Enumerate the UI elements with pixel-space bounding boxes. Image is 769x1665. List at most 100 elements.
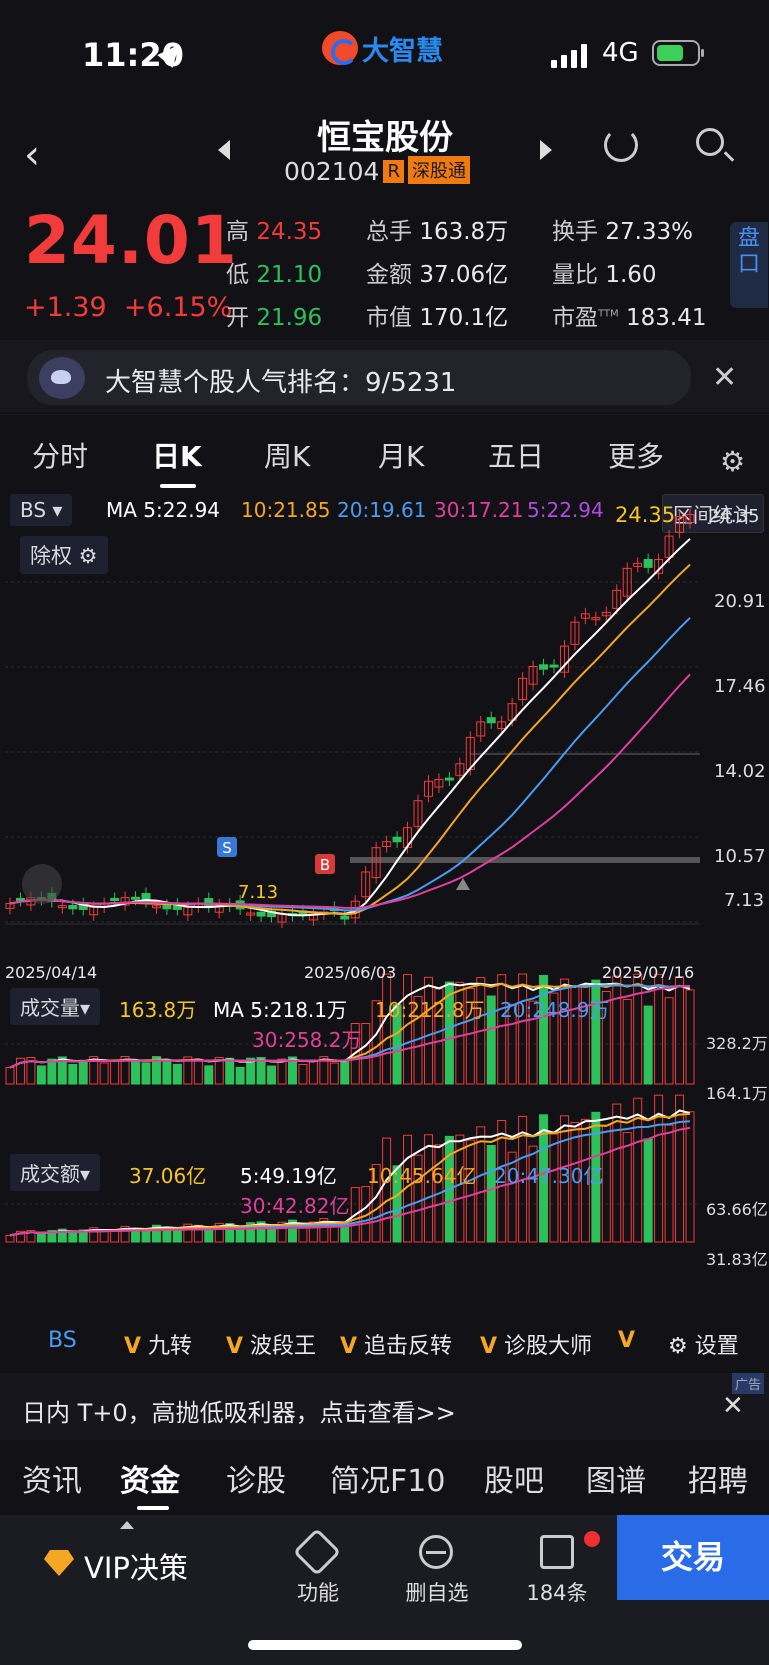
expand-circle-icon[interactable]	[22, 864, 62, 904]
volume-bar	[643, 1138, 653, 1243]
messages-button[interactable]: 184条	[520, 1577, 594, 1607]
amount-y-mid: 31.83亿	[706, 1250, 768, 1269]
volume-bar	[36, 1065, 46, 1085]
search-icon[interactable]	[696, 128, 724, 156]
tab-more[interactable]: 更多	[608, 435, 664, 475]
y-tick: 10.57	[714, 846, 766, 867]
date-label: 2025/06/03	[304, 963, 397, 982]
volume-selector[interactable]: 成交量▾	[10, 988, 101, 1025]
tab-graph[interactable]: 图谱	[586, 1456, 646, 1500]
indicator-more-v[interactable]: V	[618, 1328, 635, 1353]
volume-ma30: 30:258.2万	[252, 1028, 362, 1052]
pe-row: 市盈TTM 183.41	[552, 305, 707, 331]
amount-ma10: 10:45.64亿	[367, 1164, 477, 1188]
tab-f10[interactable]: 简况F10	[330, 1456, 445, 1500]
active-tab-indicator	[160, 484, 196, 488]
volume-bar	[5, 1067, 15, 1085]
volume-bar	[382, 973, 392, 1085]
expand-up-icon[interactable]	[120, 1521, 134, 1529]
candle	[131, 896, 141, 900]
r-tag: R	[383, 160, 404, 183]
amount-value: 37.06亿	[129, 1164, 207, 1188]
quote-panel: 24.01 +1.39 +6.15% 高 24.35 低 21.10 开 21.…	[0, 198, 769, 338]
tab-weekly-k[interactable]: 周K	[264, 435, 310, 475]
turnover-row: 换手 27.33%	[552, 219, 694, 245]
volume-bar	[329, 1062, 339, 1085]
vol-ratio-row: 量比 1.60	[552, 262, 657, 288]
candle	[549, 664, 559, 668]
refresh-icon[interactable]	[604, 128, 638, 162]
tab-diagnosis[interactable]: 诊股	[226, 1456, 286, 1500]
chart-settings-gear-icon[interactable]: ⚙	[720, 445, 745, 478]
tab-news[interactable]: 资讯	[22, 1456, 82, 1500]
volume-bar	[5, 1234, 15, 1243]
indicator-zhengu[interactable]: V 诊股大师	[480, 1328, 592, 1360]
pankou-button[interactable]: 盘口	[730, 222, 768, 308]
volume-bar	[664, 1124, 674, 1243]
candle	[68, 904, 78, 910]
tab-five-day[interactable]: 五日	[488, 435, 544, 475]
status-bar: 11:20 大智慧 4G	[0, 0, 769, 100]
volume-bar	[612, 1103, 622, 1243]
function-button[interactable]: 功能	[284, 1577, 352, 1607]
current-price: 24.01	[24, 202, 238, 279]
ma-line	[9, 617, 691, 912]
volume-bar	[643, 1005, 653, 1085]
volume-bar	[204, 1065, 214, 1085]
amount-row: 金额 37.06亿	[366, 262, 509, 288]
banner-close-icon[interactable]: ✕	[712, 360, 737, 395]
function-cube-icon	[292, 1527, 342, 1577]
indicator-zhuiji[interactable]: V 追击反转	[340, 1328, 452, 1360]
volume-bar	[99, 1062, 109, 1085]
volume-bar	[675, 976, 685, 1085]
remove-watchlist-button[interactable]: 删自选	[396, 1577, 478, 1607]
date-label: 2025/07/16	[602, 963, 695, 982]
prev-stock-arrow-icon[interactable]	[218, 140, 230, 160]
candlesticks	[5, 508, 695, 929]
indicator-settings[interactable]: ⚙ 设置	[668, 1328, 739, 1360]
volume-bar	[68, 1063, 78, 1085]
volume-bar	[539, 975, 549, 1085]
volume-bar	[131, 1061, 141, 1085]
candle	[539, 664, 549, 670]
ad-text: 日内 T+0，高抛低吸利器，点击查看>>	[22, 1399, 456, 1427]
ad-close-icon[interactable]: ✕	[722, 1391, 744, 1421]
candle	[162, 904, 172, 910]
stock-code-line: 002104 R 深股通	[284, 156, 470, 186]
volume-bar	[382, 1137, 392, 1243]
tab-funds[interactable]: 资金	[120, 1456, 180, 1500]
indicator-boduanwang[interactable]: V 波段王	[226, 1328, 316, 1360]
tab-intraday[interactable]: 分时	[32, 435, 88, 475]
tab-jobs[interactable]: 招聘	[688, 1456, 748, 1500]
volume-y-mid: 164.1万	[706, 1084, 768, 1103]
vip-button[interactable]: VIP决策	[84, 1545, 188, 1587]
volume-bar	[235, 1066, 245, 1085]
battery-icon	[652, 40, 704, 66]
y-tick: 14.02	[714, 761, 766, 782]
tab-monthly-k[interactable]: 月K	[378, 435, 424, 475]
date-label: 2025/04/14	[5, 963, 98, 982]
volume-bar	[633, 973, 643, 1085]
indicator-jiuzhuan[interactable]: V 九转	[124, 1328, 192, 1360]
indicator-bs[interactable]: BS	[48, 1328, 77, 1353]
amount-y-top: 63.66亿	[706, 1200, 768, 1219]
whale-icon	[39, 357, 85, 399]
message-icon	[540, 1535, 574, 1569]
tab-daily-k[interactable]: 日K	[152, 435, 202, 475]
volume-bar	[465, 1139, 475, 1243]
indicator-bar: BS V 九转 V 波段王 V 追击反转 V 诊股大师 V ⚙ 设置	[0, 1318, 769, 1362]
next-stock-arrow-icon[interactable]	[540, 140, 552, 160]
amount-selector[interactable]: 成交额▾	[10, 1154, 101, 1191]
popularity-banner[interactable]: 大智慧个股人气排名：9/5231	[27, 350, 691, 405]
volume-bar	[518, 973, 528, 1085]
back-chevron-icon[interactable]: ‹	[24, 132, 40, 178]
candle	[110, 897, 120, 901]
volume-ma20: 20:248.9万	[500, 998, 610, 1022]
trade-button[interactable]: 交易	[617, 1515, 769, 1600]
tab-forum[interactable]: 股吧	[484, 1456, 544, 1500]
ad-banner[interactable]: 日内 T+0，高抛低吸利器，点击查看>> 广告 ✕	[0, 1373, 769, 1440]
volume-value: 163.8万	[119, 998, 197, 1022]
stock-name: 恒宝股份	[317, 118, 453, 158]
volume-ma5: MA 5:218.1万	[213, 998, 348, 1022]
volume-y-top: 328.2万	[706, 1034, 768, 1053]
